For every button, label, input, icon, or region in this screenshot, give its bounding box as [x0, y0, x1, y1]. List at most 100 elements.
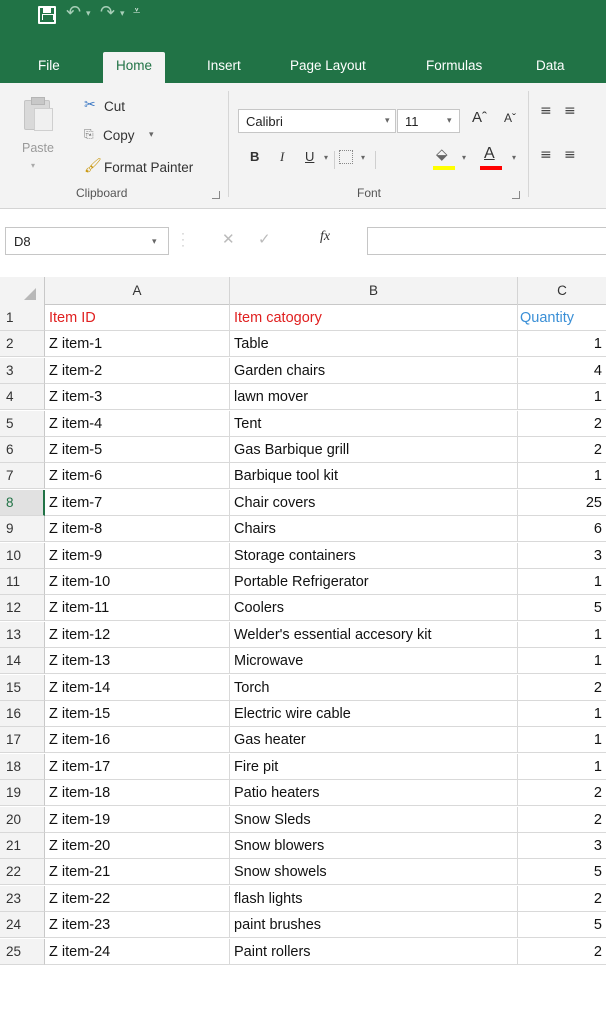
cell-c-10[interactable]: 3: [518, 543, 606, 569]
cell-c-6[interactable]: 2: [518, 437, 606, 463]
font-size-select[interactable]: 11 ▾: [397, 109, 460, 133]
bold-button[interactable]: B: [250, 149, 259, 164]
cell-b-5[interactable]: Tent: [230, 411, 518, 437]
align-center-icon[interactable]: ≡: [564, 147, 576, 163]
cell-c-4[interactable]: 1: [518, 384, 606, 410]
borders-icon[interactable]: [339, 150, 353, 164]
row-header[interactable]: 23: [0, 886, 45, 912]
redo-icon[interactable]: ↷: [100, 2, 115, 23]
cell-a-13[interactable]: Z item-12: [45, 622, 230, 648]
cell-c-16[interactable]: 1: [518, 701, 606, 727]
cell-b-17[interactable]: Gas heater: [230, 727, 518, 753]
row-header[interactable]: 18: [0, 754, 45, 780]
insert-function-icon[interactable]: fx: [320, 229, 330, 245]
cell-a-3[interactable]: Z item-2: [45, 358, 230, 384]
tab-home[interactable]: Home: [103, 52, 166, 83]
cell-a-12[interactable]: Z item-11: [45, 595, 230, 621]
cell-a-25[interactable]: Z item-24: [45, 939, 230, 965]
italic-button[interactable]: I: [280, 149, 284, 165]
row-header[interactable]: 7: [0, 463, 45, 489]
copy-button[interactable]: Copy: [103, 128, 135, 143]
cell-c-18[interactable]: 1: [518, 754, 606, 780]
cancel-icon[interactable]: ✕: [222, 230, 235, 248]
cell-a-2[interactable]: Z item-1: [45, 331, 230, 357]
row-header[interactable]: 17: [0, 727, 45, 753]
row-header[interactable]: 19: [0, 780, 45, 806]
underline-dropdown-icon[interactable]: ▾: [324, 153, 328, 162]
cell-b-16[interactable]: Electric wire cable: [230, 701, 518, 727]
cell-c-9[interactable]: 6: [518, 516, 606, 542]
cell-b-14[interactable]: Microwave: [230, 648, 518, 674]
row-header[interactable]: 15: [0, 675, 45, 701]
cell-b-20[interactable]: Snow Sleds: [230, 807, 518, 833]
row-header[interactable]: 21: [0, 833, 45, 859]
tab-file[interactable]: File: [38, 58, 60, 73]
row-header[interactable]: 14: [0, 648, 45, 674]
cell-a-21[interactable]: Z item-20: [45, 833, 230, 859]
cell-b-19[interactable]: Patio heaters: [230, 780, 518, 806]
row-header[interactable]: 6: [0, 437, 45, 463]
cell-a-18[interactable]: Z item-17: [45, 754, 230, 780]
cell-b-12[interactable]: Coolers: [230, 595, 518, 621]
cell-c-12[interactable]: 5: [518, 595, 606, 621]
cell-a-22[interactable]: Z item-21: [45, 859, 230, 885]
cell-c-1[interactable]: Quantity: [518, 305, 606, 331]
cell-a-14[interactable]: Z item-13: [45, 648, 230, 674]
cell-c-15[interactable]: 2: [518, 675, 606, 701]
cell-c-23[interactable]: 2: [518, 886, 606, 912]
tab-data[interactable]: Data: [536, 58, 565, 73]
cell-b-25[interactable]: Paint rollers: [230, 939, 518, 965]
enter-icon[interactable]: ✓: [258, 230, 271, 248]
cell-a-5[interactable]: Z item-4: [45, 411, 230, 437]
cell-a-24[interactable]: Z item-23: [45, 912, 230, 938]
cell-b-23[interactable]: flash lights: [230, 886, 518, 912]
drag-handle-icon[interactable]: · · ·: [181, 227, 185, 251]
cell-c-13[interactable]: 1: [518, 622, 606, 648]
cell-a-11[interactable]: Z item-10: [45, 569, 230, 595]
increase-font-icon[interactable]: Aˆ: [472, 109, 487, 126]
column-header-a[interactable]: A: [45, 277, 230, 305]
cell-a-16[interactable]: Z item-15: [45, 701, 230, 727]
cell-b-21[interactable]: Snow blowers: [230, 833, 518, 859]
cell-c-19[interactable]: 2: [518, 780, 606, 806]
decrease-font-icon[interactable]: Aˇ: [504, 111, 516, 125]
copy-dropdown-icon[interactable]: ▾: [149, 129, 154, 140]
row-header[interactable]: 13: [0, 622, 45, 648]
cell-a-9[interactable]: Z item-8: [45, 516, 230, 542]
cell-c-21[interactable]: 3: [518, 833, 606, 859]
cell-a-10[interactable]: Z item-9: [45, 543, 230, 569]
cell-b-11[interactable]: Portable Refrigerator: [230, 569, 518, 595]
row-header[interactable]: 12: [0, 595, 45, 621]
cell-c-20[interactable]: 2: [518, 807, 606, 833]
cell-a-7[interactable]: Z item-6: [45, 463, 230, 489]
format-painter-button[interactable]: Format Painter: [104, 160, 193, 175]
underline-button[interactable]: U: [305, 149, 314, 164]
font-launcher-icon[interactable]: [512, 191, 520, 199]
row-header[interactable]: 5: [0, 411, 45, 437]
font-color-dropdown-icon[interactable]: ▾: [512, 153, 516, 162]
cell-b-2[interactable]: Table: [230, 331, 518, 357]
cell-c-17[interactable]: 1: [518, 727, 606, 753]
cell-b-6[interactable]: Gas Barbique grill: [230, 437, 518, 463]
cell-a-23[interactable]: Z item-22: [45, 886, 230, 912]
row-header[interactable]: 11: [0, 569, 45, 595]
tab-page-layout[interactable]: Page Layout: [290, 58, 366, 73]
row-header[interactable]: 1: [0, 305, 45, 331]
cell-c-5[interactable]: 2: [518, 411, 606, 437]
row-header[interactable]: 4: [0, 384, 45, 410]
cut-button[interactable]: Cut: [104, 99, 125, 114]
row-header[interactable]: 20: [0, 807, 45, 833]
cell-c-8[interactable]: 25: [518, 490, 606, 516]
cell-a-1[interactable]: Item ID: [45, 305, 230, 331]
fill-color-icon[interactable]: ⬙: [436, 145, 448, 163]
customize-toolbar-icon[interactable]: ⩡: [133, 4, 140, 19]
tab-formulas[interactable]: Formulas: [426, 58, 482, 73]
cell-a-19[interactable]: Z item-18: [45, 780, 230, 806]
tab-insert[interactable]: Insert: [207, 58, 241, 73]
cell-c-11[interactable]: 1: [518, 569, 606, 595]
cell-c-24[interactable]: 5: [518, 912, 606, 938]
formula-input[interactable]: [367, 227, 606, 255]
font-color-icon[interactable]: A: [484, 145, 495, 163]
cell-b-1[interactable]: Item catogory: [230, 305, 518, 331]
cell-c-3[interactable]: 4: [518, 358, 606, 384]
